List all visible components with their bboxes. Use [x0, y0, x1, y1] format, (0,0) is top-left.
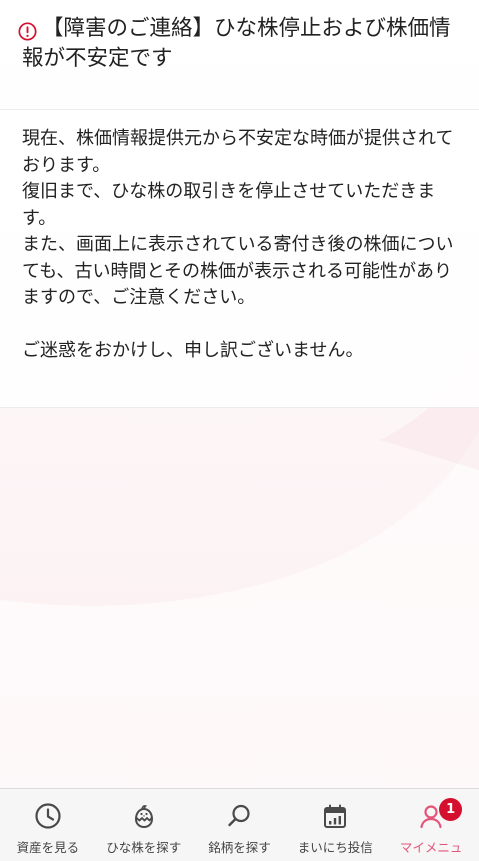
tab-hina-stock[interactable]: ひな株を探す	[96, 789, 192, 861]
notice-paragraph-1: 現在、株価情報提供元から不安定な時価が提供されております。	[22, 128, 454, 176]
tab-daily-fund-label: まいにち投信	[297, 840, 373, 855]
tab-assets[interactable]: 資産を見る	[0, 789, 96, 861]
notice-title: 【障害のご連絡】ひな株停止および株価情報が不安定です	[22, 16, 451, 71]
tab-hina-stock-label: ひな株を探す	[106, 840, 182, 855]
notice-header: 【障害のご連絡】ひな株停止および株価情報が不安定です	[0, 0, 479, 110]
bottom-tab-bar: 資産を見る ひな株を探す 銘柄を探す まいにち投信 マイメニュ 1	[0, 788, 479, 861]
notice-body-text: 現在、株価情報提供元から不安定な時価が提供されております。 復旧まで、ひな株の取…	[22, 126, 460, 365]
notice-paragraph-2: 復旧まで、ひな株の取引きを停止させていただきます。	[22, 181, 436, 229]
chick-icon	[134, 805, 153, 829]
tab-daily-fund[interactable]: まいにち投信	[287, 789, 383, 861]
notice-body: 現在、株価情報提供元から不安定な時価が提供されております。 復旧まで、ひな株の取…	[0, 110, 479, 408]
clock-icon	[35, 803, 61, 829]
notice-paragraph-3: また、画面上に表示されている寄付き後の株価についても、古い時間とその株価が表示さ…	[22, 234, 454, 308]
tab-assets-label: 資産を見る	[16, 840, 80, 855]
notice-paragraph-4: ご迷惑をおかけし、申し訳ございません。	[22, 340, 364, 361]
tab-my-menu-label: マイメニュ	[399, 840, 463, 855]
tab-my-menu[interactable]: マイメニュ 1	[383, 789, 479, 861]
search-icon	[228, 804, 251, 827]
tab-search-stocks[interactable]: 銘柄を探す	[192, 789, 288, 861]
calendar-icon	[324, 804, 347, 828]
notification-badge: 1	[439, 798, 463, 821]
tab-search-stocks-label: 銘柄を探す	[208, 840, 271, 855]
